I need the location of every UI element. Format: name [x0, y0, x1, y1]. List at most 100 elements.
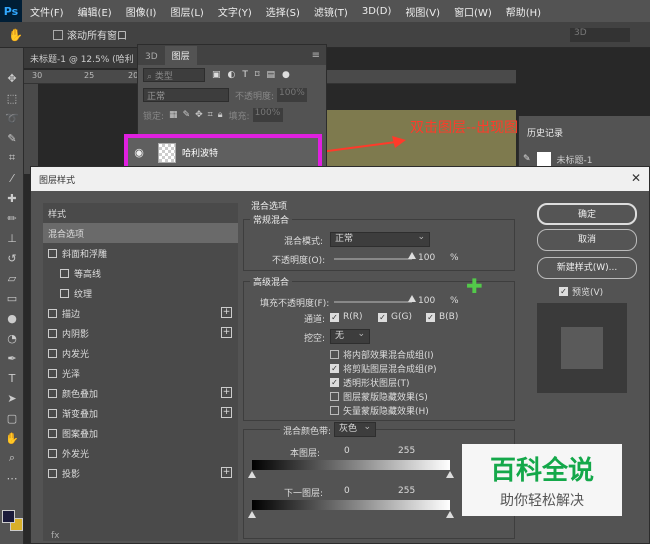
- advanced-option-checkbox[interactable]: ✓ 透明形状图层(T): [330, 376, 410, 389]
- more-tools-icon[interactable]: ⋯: [0, 468, 24, 488]
- style-item[interactable]: 光泽: [43, 363, 238, 383]
- layer-blend-mode-select[interactable]: 正常: [143, 88, 229, 102]
- gradient-tool-icon[interactable]: ▭: [0, 288, 24, 308]
- menu-help[interactable]: 帮助(H): [506, 4, 541, 19]
- pixel-filter-icon[interactable]: ▣: [212, 70, 221, 80]
- advanced-option-checkbox[interactable]: 将内部效果混合成组(I): [330, 348, 434, 361]
- opacity-value[interactable]: 100: [418, 253, 435, 263]
- style-checkbox[interactable]: [60, 288, 69, 298]
- panel-menu-icon[interactable]: ≡: [312, 50, 320, 65]
- document-tab[interactable]: 未标题-1 @ 12.5% (哈利: [24, 48, 139, 68]
- layer-opacity-field[interactable]: 100%: [277, 88, 308, 102]
- style-checkbox[interactable]: [48, 328, 57, 338]
- advanced-option-checkbox[interactable]: ✓ 将剪贴图层混合成组(P): [330, 362, 436, 375]
- menu-file[interactable]: 文件(F): [30, 4, 64, 19]
- type-tool-icon[interactable]: T: [0, 368, 24, 388]
- style-item[interactable]: 纹理: [43, 283, 238, 303]
- add-effect-icon[interactable]: +: [221, 387, 232, 398]
- menu-layer[interactable]: 图层(L): [170, 4, 203, 19]
- hand-tool-icon[interactable]: ✋: [0, 428, 24, 448]
- opacity-slider-thumb[interactable]: [408, 252, 416, 259]
- layer-fill-field[interactable]: 100%: [252, 108, 283, 122]
- fx-label[interactable]: fx: [51, 531, 60, 541]
- filter-toggle-icon[interactable]: ●: [282, 70, 290, 80]
- style-item[interactable]: 渐变叠加 +: [43, 403, 238, 423]
- path-select-icon[interactable]: ➤: [0, 388, 24, 408]
- style-item[interactable]: 内发光: [43, 343, 238, 363]
- menu-type[interactable]: 文字(Y): [218, 4, 252, 19]
- menu-image[interactable]: 图像(I): [126, 4, 157, 19]
- style-checkbox[interactable]: [48, 248, 57, 258]
- history-item[interactable]: ✎ 未标题-1: [523, 152, 593, 166]
- foreground-color-swatch[interactable]: [2, 510, 15, 523]
- eyedropper-tool-icon[interactable]: ⁄: [0, 168, 24, 188]
- menu-3d[interactable]: 3D(D): [362, 6, 392, 17]
- lasso-tool-icon[interactable]: ➰: [0, 108, 24, 128]
- shape-filter-icon[interactable]: ⌑: [255, 70, 260, 80]
- add-effect-icon[interactable]: +: [221, 327, 232, 338]
- stamp-tool-icon[interactable]: ⊥: [0, 228, 24, 248]
- move-tool-icon[interactable]: ✥: [0, 68, 24, 88]
- style-item[interactable]: 描边 +: [43, 303, 238, 323]
- eraser-tool-icon[interactable]: ▱: [0, 268, 24, 288]
- fill-opacity-slider[interactable]: [334, 301, 412, 303]
- this-layer-white-thumb[interactable]: [446, 471, 454, 478]
- crop-tool-icon[interactable]: ⌗: [0, 148, 24, 168]
- close-icon[interactable]: ✕: [631, 171, 641, 185]
- style-checkbox[interactable]: [48, 408, 57, 418]
- style-item[interactable]: 投影 +: [43, 463, 238, 483]
- tab-3d[interactable]: 3D: [138, 49, 165, 65]
- lock-all-icon[interactable]: 🔒︎: [218, 110, 223, 120]
- healing-tool-icon[interactable]: ✚: [0, 188, 24, 208]
- style-checkbox[interactable]: [48, 448, 57, 458]
- ok-button[interactable]: 确定: [537, 203, 637, 225]
- underlying-white-thumb[interactable]: [446, 511, 454, 518]
- opacity-slider[interactable]: [334, 258, 412, 260]
- advanced-option-checkbox[interactable]: 图层蒙版隐藏效果(S): [330, 390, 428, 403]
- add-effect-icon[interactable]: +: [221, 407, 232, 418]
- style-checkbox[interactable]: [48, 468, 57, 478]
- blend-if-select[interactable]: 灰色: [334, 421, 376, 437]
- type-filter-icon[interactable]: T: [242, 70, 248, 80]
- style-checkbox[interactable]: [48, 348, 57, 358]
- channel-g-checkbox[interactable]: ✓ G(G): [378, 312, 412, 322]
- adjustment-filter-icon[interactable]: ◐: [228, 70, 236, 80]
- fill-opacity-value[interactable]: 100: [418, 296, 435, 306]
- blur-tool-icon[interactable]: ●: [0, 308, 24, 328]
- menu-edit[interactable]: 编辑(E): [78, 4, 112, 19]
- advanced-option-checkbox[interactable]: 矢量蒙版隐藏效果(H): [330, 404, 429, 417]
- shape-tool-icon[interactable]: ▢: [0, 408, 24, 428]
- add-effect-icon[interactable]: +: [221, 467, 232, 478]
- brush-tool-icon[interactable]: ✏: [0, 208, 24, 228]
- preview-checkbox[interactable]: ✓ 预览(V): [559, 285, 603, 298]
- workspace-3d-field[interactable]: 3D: [570, 28, 630, 42]
- style-checkbox[interactable]: [60, 268, 69, 278]
- underlying-layer-gradient[interactable]: [252, 500, 450, 510]
- channel-b-checkbox[interactable]: ✓ B(B): [426, 312, 458, 322]
- history-brush-icon[interactable]: ↺: [0, 248, 24, 268]
- style-checkbox[interactable]: [48, 428, 57, 438]
- underlying-black-thumb[interactable]: [248, 511, 256, 518]
- layer-filter-select[interactable]: ⌕ 类型: [143, 68, 205, 82]
- marquee-tool-icon[interactable]: ⬚: [0, 88, 24, 108]
- lock-pixels-icon[interactable]: ✎: [183, 110, 191, 120]
- new-style-button[interactable]: 新建样式(W)...: [537, 257, 637, 279]
- style-item[interactable]: 等高线: [43, 263, 238, 283]
- menu-view[interactable]: 视图(V): [405, 4, 440, 19]
- style-item[interactable]: 图案叠加: [43, 423, 238, 443]
- quick-select-tool-icon[interactable]: ✎: [0, 128, 24, 148]
- style-item[interactable]: 混合选项: [43, 223, 238, 243]
- dodge-tool-icon[interactable]: ◔: [0, 328, 24, 348]
- menu-filter[interactable]: 滤镜(T): [314, 4, 348, 19]
- smart-object-filter-icon[interactable]: ▤: [267, 70, 276, 80]
- lock-position-icon[interactable]: ✥: [195, 110, 203, 120]
- style-item[interactable]: 样式: [43, 203, 238, 223]
- fill-opacity-slider-thumb[interactable]: [408, 295, 416, 302]
- scroll-all-checkbox[interactable]: [52, 29, 63, 40]
- style-item[interactable]: 颜色叠加 +: [43, 383, 238, 403]
- this-layer-gradient[interactable]: [252, 460, 450, 470]
- add-effect-icon[interactable]: +: [221, 307, 232, 318]
- color-swatches[interactable]: [2, 510, 24, 536]
- this-layer-black-thumb[interactable]: [248, 471, 256, 478]
- blend-mode-select[interactable]: 正常: [330, 231, 430, 247]
